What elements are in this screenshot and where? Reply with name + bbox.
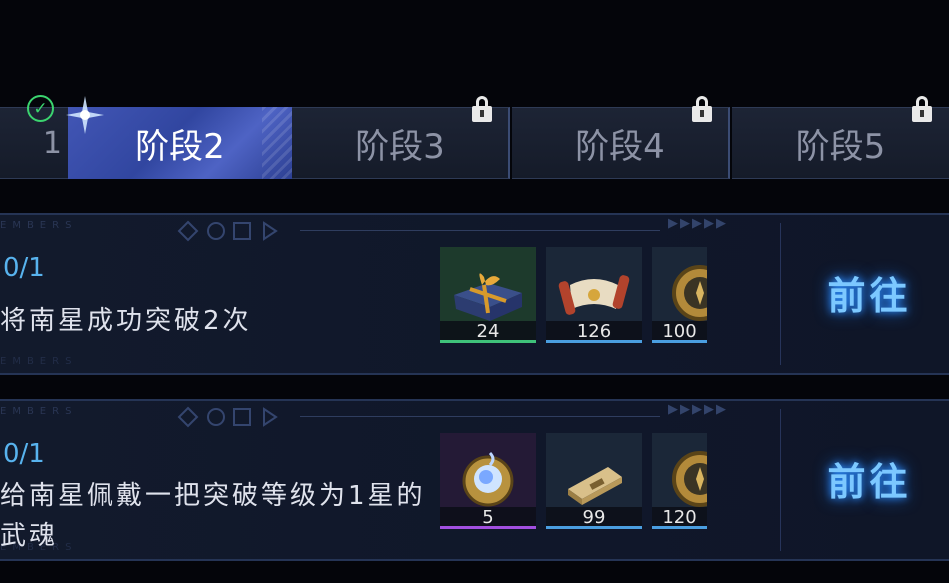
lock-icon [912,96,932,122]
reward-item[interactable]: 126 [546,247,642,343]
decor-line [300,416,660,417]
reward-item[interactable]: 24 [440,247,536,343]
task-card: EMBERS ▶▶▶▶▶ EMBERS 0/1 给南星佩戴一把突破等级为1星的 … [0,399,949,561]
task-description: 将南星成功突破2次 [0,306,252,336]
task-description: 给南星佩戴一把突破等级为1星的 武魂 [0,476,440,556]
go-button[interactable]: 前往 [812,459,927,505]
reward-item[interactable]: 99 [546,433,642,529]
completed-check-icon: ✓ [27,95,54,122]
decor-line [300,230,660,231]
reward-item[interactable]: 120 [652,433,707,529]
go-button[interactable]: 前往 [812,273,927,319]
decor-text: EMBERS [0,356,78,367]
decor-text: EMBERS [0,220,78,231]
decor-arrows: ▶▶▶▶▶ [668,216,728,231]
card-divider [780,409,781,551]
lock-icon [692,96,712,122]
lock-icon [472,96,492,122]
decor-shapes [177,406,278,428]
task-progress: 0/1 [3,439,45,469]
task-description-line: 武魂 [0,521,59,551]
decor-arrows: ▶▶▶▶▶ [668,402,728,417]
task-description-line: 给南星佩戴一把突破等级为1星的 [0,481,426,511]
sparkle-icon [66,96,104,134]
decor-shapes [177,220,278,242]
decor-text: EMBERS [0,406,78,417]
reward-item[interactable]: 5 [440,433,536,529]
task-card: EMBERS ▶▶▶▶▶ EMBERS 0/1 将南星成功突破2次 24 126 [0,213,949,375]
reward-item[interactable]: 100 [652,247,707,343]
card-divider [780,223,781,365]
task-progress: 0/1 [3,253,45,283]
